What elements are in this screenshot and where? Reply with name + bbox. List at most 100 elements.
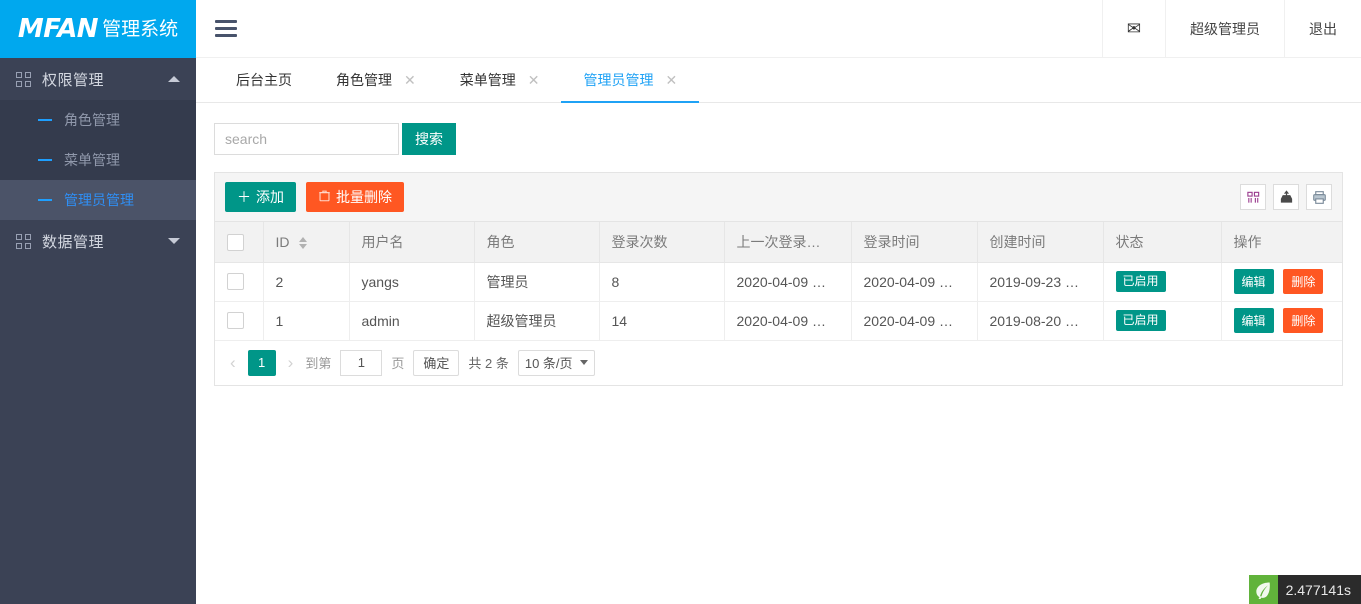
sidebar-group-label: 数据管理 <box>42 233 105 251</box>
header-last-login[interactable]: 上一次登录… <box>724 222 852 263</box>
cell-login-count: 8 <box>599 262 725 302</box>
cell-role: 超级管理员 <box>474 301 600 341</box>
total-count-label: 共 2 条 <box>468 356 509 371</box>
status-badge: 已启用 <box>1115 309 1166 332</box>
cell-operations: 编辑 删除 <box>1221 301 1342 341</box>
page-unit-label: 页 <box>391 356 405 371</box>
search-button[interactable]: 搜索 <box>402 123 456 155</box>
search-input[interactable] <box>214 123 399 155</box>
delete-button[interactable]: 删除 <box>1283 308 1324 333</box>
row-select-cell[interactable] <box>215 301 264 341</box>
row-checkbox[interactable] <box>227 273 244 291</box>
cell-id: 2 <box>263 262 350 302</box>
cell-role: 管理员 <box>474 262 600 302</box>
tab-label: 菜单管理 <box>459 72 516 88</box>
logout-button[interactable]: 退出 <box>1284 0 1361 58</box>
laravel-debugbar-leaf-icon <box>1248 575 1278 604</box>
header-username[interactable]: 用户名 <box>349 222 475 263</box>
mail-icon: ✉ <box>1126 19 1141 38</box>
goto-label: 到第 <box>305 356 332 371</box>
goto-page-input[interactable] <box>340 349 383 376</box>
page-number-1[interactable]: 1 <box>247 349 276 376</box>
select-all-checkbox[interactable] <box>227 233 244 251</box>
plus-icon: ＋ <box>237 189 251 205</box>
brand-logo-text: 管理系统 <box>102 18 179 40</box>
brand-logo-mark: MFAN <box>17 14 99 44</box>
header-id-label: ID <box>275 233 290 250</box>
app-root: MFAN 管理系统 权限管理 角色管理 菜单管理 管理员管理 数据管理 ✉ 超级… <box>0 0 1361 604</box>
goto-confirm-button[interactable]: 确定 <box>413 349 460 376</box>
export-icon[interactable] <box>1273 184 1299 210</box>
tab-menu-management[interactable]: 菜单管理 ✕ <box>438 58 562 102</box>
sidebar-item-label: 菜单管理 <box>64 152 120 168</box>
cell-login-time: 2020-04-09 … <box>851 262 978 302</box>
search-bar: 搜索 <box>214 123 1343 155</box>
sidebar-group-label: 权限管理 <box>42 71 105 89</box>
header-login-count[interactable]: 登录次数 <box>599 222 725 263</box>
hamburger-icon[interactable] <box>196 0 256 58</box>
close-icon[interactable]: ✕ <box>665 73 677 87</box>
row-checkbox[interactable] <box>227 312 244 330</box>
batch-delete-label: 批量删除 <box>336 189 392 205</box>
debugbar[interactable]: 2.477141s <box>1248 575 1361 604</box>
tab-label: 后台主页 <box>236 72 292 88</box>
sidebar-group-data[interactable]: 数据管理 <box>0 220 196 262</box>
tab-role-management[interactable]: 角色管理 ✕ <box>314 58 438 102</box>
table-toolbar: ＋ 添加 批量删除 <box>215 173 1342 222</box>
print-icon[interactable] <box>1306 184 1332 210</box>
add-button-label: 添加 <box>256 189 284 205</box>
columns-icon[interactable] <box>1240 184 1266 210</box>
cell-status: 已启用 <box>1103 262 1222 302</box>
table-header-row: ID 用户名 角色 登录次数 上一次登录… 登录时间 创建时间 状态 操作 <box>215 222 1342 263</box>
mail-button[interactable]: ✉ <box>1101 0 1165 58</box>
header-status[interactable]: 状态 <box>1103 222 1222 263</box>
trash-icon <box>318 189 331 205</box>
sidebar-item-admin-management[interactable]: 管理员管理 <box>0 180 196 220</box>
sidebar-item-role-management[interactable]: 角色管理 <box>0 100 196 140</box>
caret-up-icon[interactable] <box>168 76 180 82</box>
edit-button[interactable]: 编辑 <box>1233 308 1274 333</box>
sort-icon[interactable] <box>299 237 308 250</box>
page-content: 搜索 ＋ 添加 <box>196 103 1361 604</box>
row-select-cell[interactable] <box>215 262 264 302</box>
header-created-time[interactable]: 创建时间 <box>977 222 1104 263</box>
table-row[interactable]: 2 yangs 管理员 8 2020-04-09 … 2020-04-09 … … <box>215 262 1342 302</box>
sidebar-item-menu-management[interactable]: 菜单管理 <box>0 140 196 180</box>
next-page-icon[interactable]: › <box>285 354 297 371</box>
caret-down-icon[interactable] <box>168 238 180 244</box>
cell-id: 1 <box>263 301 350 341</box>
sidebar-group-permission[interactable]: 权限管理 <box>0 58 196 100</box>
edit-button[interactable]: 编辑 <box>1233 269 1274 294</box>
sidebar: MFAN 管理系统 权限管理 角色管理 菜单管理 管理员管理 数据管理 <box>0 0 196 604</box>
page-size-value: 10 条/页 <box>524 356 573 371</box>
sidebar-menu: 权限管理 角色管理 菜单管理 管理员管理 数据管理 <box>0 58 196 604</box>
prev-page-icon[interactable]: ‹ <box>227 354 239 371</box>
tab-label: 角色管理 <box>336 72 392 88</box>
brand-logo[interactable]: MFAN 管理系统 <box>0 0 196 58</box>
sidebar-item-label: 角色管理 <box>64 112 120 128</box>
add-button[interactable]: ＋ 添加 <box>225 182 296 212</box>
header-id[interactable]: ID <box>263 222 350 263</box>
delete-button[interactable]: 删除 <box>1283 269 1324 294</box>
cell-username: admin <box>349 301 475 341</box>
tab-bar: 后台主页 角色管理 ✕ 菜单管理 ✕ 管理员管理 ✕ <box>196 58 1361 103</box>
table-row[interactable]: 1 admin 超级管理员 14 2020-04-09 … 2020-04-09… <box>215 301 1342 341</box>
close-icon[interactable]: ✕ <box>528 73 540 87</box>
close-icon[interactable]: ✕ <box>404 73 416 87</box>
tab-home[interactable]: 后台主页 <box>214 58 314 102</box>
user-menu[interactable]: 超级管理员 <box>1165 0 1284 58</box>
table-card: ＋ 添加 批量删除 ID 用户名 角色 登录次数 上一次登录… 登录时间 创建时… <box>214 172 1343 386</box>
dash-icon <box>38 159 52 161</box>
page-size-select[interactable]: 10 条/页 <box>517 349 595 376</box>
cell-login-time: 2020-04-09 … <box>851 301 978 341</box>
cell-created-time: 2019-08-20 … <box>977 301 1104 341</box>
tab-admin-management[interactable]: 管理员管理 ✕ <box>561 58 699 103</box>
cell-last-login: 2020-04-09 … <box>724 262 852 302</box>
status-badge: 已启用 <box>1115 270 1166 293</box>
header-role[interactable]: 角色 <box>474 222 600 263</box>
batch-delete-button[interactable]: 批量删除 <box>306 182 404 212</box>
header-operations[interactable]: 操作 <box>1221 222 1342 263</box>
cell-last-login: 2020-04-09 … <box>724 301 852 341</box>
header-select-all[interactable] <box>215 222 264 263</box>
header-login-time[interactable]: 登录时间 <box>851 222 978 263</box>
